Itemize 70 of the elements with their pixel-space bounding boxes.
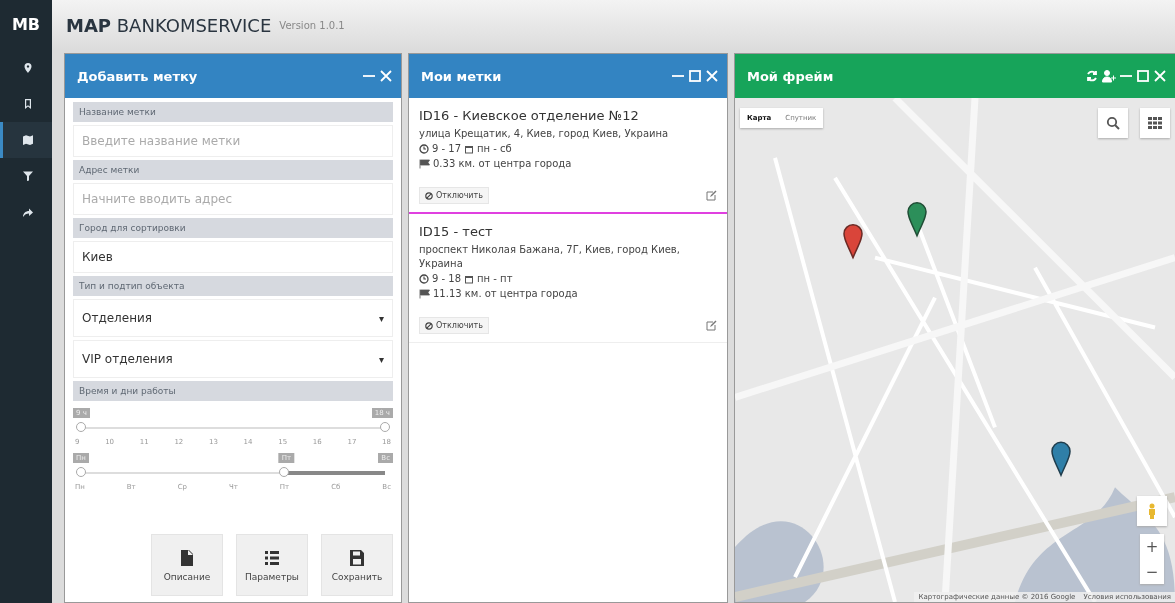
mark-title: ID16 - Киевское отделение №12 xyxy=(419,108,640,123)
user-icon[interactable] xyxy=(1102,69,1116,83)
version-label: Version 1.0.1 xyxy=(279,19,345,31)
slider-handle[interactable] xyxy=(278,467,289,477)
field-label: Адрес метки xyxy=(73,160,393,180)
select-field[interactable]: Отделения ▾ xyxy=(73,299,393,337)
field-label: Тип и подтип объекта xyxy=(73,276,393,296)
close-icon[interactable] xyxy=(705,69,719,83)
panel-title: Мои метки xyxy=(421,68,502,84)
calendar-icon xyxy=(464,273,475,284)
input-field[interactable]: Киев xyxy=(73,241,393,273)
slider-handle[interactable] xyxy=(76,422,86,432)
search-button[interactable] xyxy=(1098,108,1128,138)
input-field[interactable]: Введите название метки xyxy=(73,125,393,157)
filter-icon xyxy=(21,170,34,182)
document-icon xyxy=(179,548,195,567)
slider-handle[interactable] xyxy=(76,467,86,477)
input-field[interactable]: Начните вводить адрес xyxy=(73,183,393,215)
ban-icon xyxy=(425,321,433,330)
sidebar-item[interactable] xyxy=(0,122,52,158)
field-label: Время и дни работы xyxy=(73,381,393,401)
select-field[interactable]: VIP отделения ▾ xyxy=(73,340,393,378)
mark-hours: 9 - 18 xyxy=(432,272,462,286)
share-icon xyxy=(21,206,34,218)
maximize-icon[interactable] xyxy=(1136,69,1150,83)
slider-handle[interactable] xyxy=(380,422,390,432)
field-label: Город для сортировки xyxy=(73,218,393,238)
disable-button[interactable]: Отключить xyxy=(419,187,489,204)
zoom-out-button[interactable]: − xyxy=(1140,559,1164,584)
disable-button[interactable]: Отключить xyxy=(419,317,489,334)
list-icon xyxy=(264,548,280,567)
edit-icon[interactable] xyxy=(706,320,717,331)
refresh-icon[interactable] xyxy=(1085,69,1099,83)
save-button[interactable]: Сохранить xyxy=(321,534,393,596)
person-icon xyxy=(1147,503,1157,519)
app-title: MAP BANKOMSERVICE xyxy=(66,14,272,36)
panel-title: Мой фрейм xyxy=(747,68,834,84)
panel-title: Добавить метку xyxy=(77,68,198,84)
app-logo: MB xyxy=(11,14,41,36)
mark-days: пн - сб xyxy=(477,141,512,156)
clock-icon xyxy=(419,143,429,154)
search-icon xyxy=(1106,116,1120,130)
zoom-in-button[interactable]: + xyxy=(1140,534,1164,559)
ban-icon xyxy=(425,191,433,200)
close-icon[interactable] xyxy=(379,69,393,83)
grid-button[interactable] xyxy=(1140,108,1170,138)
grid-icon xyxy=(1148,117,1162,129)
edit-icon[interactable] xyxy=(706,190,717,201)
mark-days: пн - пт xyxy=(477,271,513,286)
mark-card[interactable]: ID16 - Киевское отделение №12 улица Крещатик, 4, Киев, город Киев, Украина 9 - 17 пн - сб 0.33 км. от центра города Отключить xyxy=(409,98,727,214)
mark-distance: 11.13 км. от центра города xyxy=(433,287,578,301)
calendar-icon xyxy=(464,143,475,154)
mark-card[interactable]: ID15 - тест проспект Николая Бажана, 7Г, Киев, город Киев, Украина 9 - 18 пн - пт 11.13 км. от центра города Отключить xyxy=(409,214,727,343)
mark-address: улица Крещатик, 4, Киев, город Киев, Украина xyxy=(419,127,670,141)
close-icon[interactable] xyxy=(1153,69,1167,83)
caret-icon: ▾ xyxy=(378,312,384,324)
map-icon xyxy=(21,134,34,146)
caret-icon: ▾ xyxy=(378,353,384,365)
flag-icon xyxy=(419,158,430,169)
tool-button[interactable]: Параметры xyxy=(236,534,308,596)
tool-button[interactable]: Описание xyxy=(151,534,223,596)
street-view-button[interactable] xyxy=(1137,496,1167,526)
mark-distance: 0.33 км. от центра города xyxy=(433,157,572,171)
flag-icon xyxy=(419,288,430,299)
clock-icon xyxy=(419,273,429,284)
mark-hours: 9 - 17 xyxy=(432,142,462,156)
maximize-icon[interactable] xyxy=(688,69,702,83)
pin-icon xyxy=(21,62,34,74)
mark-title: ID15 - тест xyxy=(419,224,494,239)
field-label: Название метки xyxy=(73,102,393,122)
